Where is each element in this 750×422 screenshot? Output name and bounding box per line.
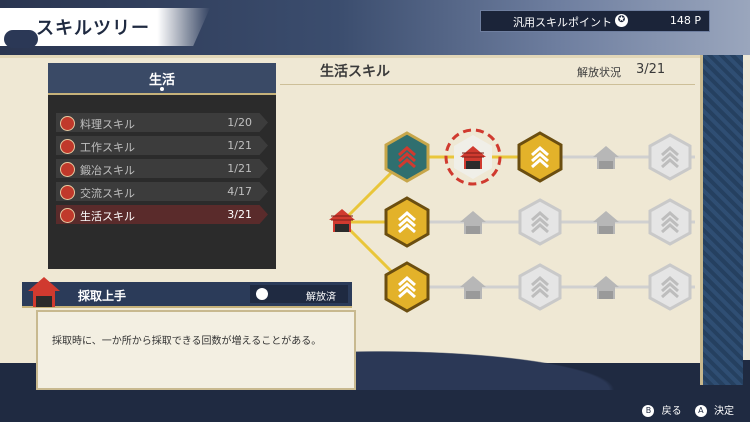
skill-node-teal[interactable] — [384, 131, 430, 183]
skill-house-icon — [28, 277, 60, 307]
skill-node-selected[interactable] — [444, 128, 502, 186]
detail-skill-name: 採取上手 — [78, 289, 127, 303]
skill-node-gold[interactable] — [517, 131, 563, 183]
skill-node-gold[interactable] — [384, 261, 430, 313]
skill-node-gold[interactable] — [384, 196, 430, 248]
b-button-icon: B — [642, 405, 655, 417]
back-hint[interactable]: 戻る — [662, 406, 682, 417]
unlocked-icon — [256, 288, 268, 300]
confirm-hint[interactable]: 決定 — [714, 406, 734, 417]
detail-description: 採取時に、一か所から採取できる回数が増えることがある。 — [52, 336, 322, 347]
detail-state: 解放済 — [306, 292, 336, 303]
detail-body — [36, 310, 356, 390]
button-hints: B 戻る A 決定 — [638, 402, 734, 417]
a-button-icon: A — [694, 405, 707, 417]
